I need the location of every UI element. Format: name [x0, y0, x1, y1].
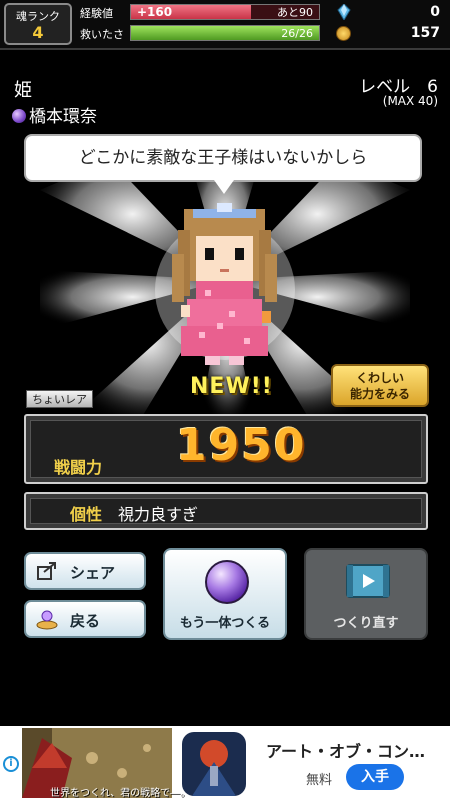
exp-gain: +160 — [137, 5, 173, 19]
character-author-name: 橋本環奈 — [29, 107, 97, 127]
new-badge: NEW!! — [190, 374, 273, 399]
view-details-button[interactable]: くわしい 能力をみる — [331, 364, 429, 407]
film-icon — [346, 564, 390, 598]
coin-count: 157 — [410, 25, 440, 41]
coin-icon — [336, 26, 351, 41]
exp-bar: +160 あと90 — [130, 4, 320, 20]
rarity-tag: ちょいレア — [26, 390, 93, 408]
orb-icon — [205, 560, 249, 604]
character-sprite — [172, 203, 277, 365]
speech-bubble-tail — [214, 180, 234, 194]
share-button[interactable]: シェア — [24, 552, 146, 590]
character-title: 姫 — [14, 80, 32, 101]
back-label: 戻る — [70, 612, 101, 630]
ad-title[interactable]: アート・オブ・コン… — [266, 738, 425, 762]
view-details-label-1: くわしい — [355, 371, 404, 385]
soul-rank-label: 魂ランク — [16, 10, 60, 23]
gem-count: 0 — [430, 4, 440, 20]
combat-power-panel: 戦闘力 1950 — [24, 414, 428, 484]
redo-label: つくり直す — [333, 616, 399, 631]
redo-button[interactable]: つくり直す — [304, 548, 428, 640]
ad-price: 無料 — [306, 773, 333, 788]
back-button[interactable]: 戻る — [24, 600, 146, 638]
personality-value: 視力良すぎ — [118, 505, 199, 524]
home-icon — [36, 610, 58, 630]
character-author: 橋本環奈 — [12, 102, 97, 127]
level-max: (MAX 40) — [382, 94, 438, 108]
help-bar: 26/26 — [130, 25, 320, 41]
create-another-button[interactable]: もう一体つくる — [163, 548, 287, 640]
info-icon[interactable]: i — [3, 756, 19, 772]
share-icon — [37, 562, 56, 580]
personality-label: 個性 — [70, 505, 103, 524]
ad-install-button[interactable]: 入手 — [346, 764, 404, 790]
ad-app-icon[interactable] — [182, 732, 246, 796]
share-label: シェア — [70, 564, 116, 582]
help-label: 救いたさ — [80, 28, 124, 41]
soul-rank-value: 4 — [32, 23, 44, 42]
speech-bubble: どこかに素敵な王子様はいないかしら — [24, 134, 422, 182]
ad-banner[interactable]: i 世界をつくれ、君の戦略で―。 アート・オブ・コン… 無料 入手 — [0, 726, 450, 800]
create-another-label: もう一体つくる — [179, 616, 271, 631]
exp-label: 経験値 — [80, 7, 113, 20]
soul-rank-box: 魂ランク 4 — [4, 3, 72, 45]
exp-remaining: あと90 — [277, 6, 313, 19]
orb-icon — [12, 109, 26, 123]
personality-panel: 個性 視力良すぎ — [24, 492, 428, 530]
status-bar: 魂ランク 4 経験値 +160 あと90 救いたさ 26/26 0 157 — [0, 0, 450, 50]
combat-power-value: 1950 — [176, 420, 307, 471]
combat-power-label: 戦闘力 — [54, 458, 103, 477]
ad-caption: 世界をつくれ、君の戦略で―。 — [50, 788, 191, 799]
view-details-label-2: 能力をみる — [349, 387, 410, 401]
gem-icon — [337, 4, 351, 20]
help-value: 26/26 — [281, 27, 313, 40]
